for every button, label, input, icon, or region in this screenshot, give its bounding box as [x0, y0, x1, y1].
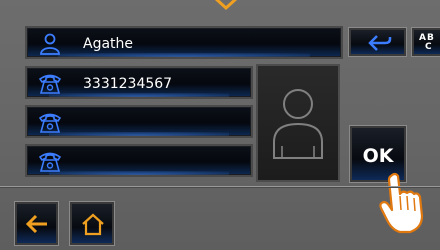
phone-field-2[interactable] — [25, 105, 253, 138]
home-icon — [82, 213, 104, 236]
avatar-placeholder-icon — [273, 89, 323, 159]
back-arrow-icon — [25, 214, 47, 234]
home-button[interactable] — [70, 202, 114, 245]
scroll-up-indicator-icon — [214, 0, 238, 11]
contact-name-text: Agathe — [83, 36, 134, 52]
footer-separator — [0, 186, 440, 188]
contact-edit-screen: Agathe A B C 3331234567 OK — [0, 0, 440, 250]
contact-name-field[interactable]: Agathe — [25, 26, 343, 59]
hand-pointer-icon — [379, 172, 424, 234]
phone-number-1: 3331234567 — [83, 76, 173, 92]
back-button[interactable] — [15, 202, 58, 245]
backspace-button[interactable] — [349, 28, 406, 56]
phone-field-3[interactable] — [25, 144, 253, 177]
contact-photo[interactable] — [256, 64, 340, 182]
phone-field-1[interactable]: 3331234567 — [25, 66, 253, 99]
ok-button-label: OK — [362, 145, 394, 167]
keyboard-button[interactable]: A B C — [412, 28, 440, 56]
backspace-arrow-icon — [368, 35, 392, 51]
